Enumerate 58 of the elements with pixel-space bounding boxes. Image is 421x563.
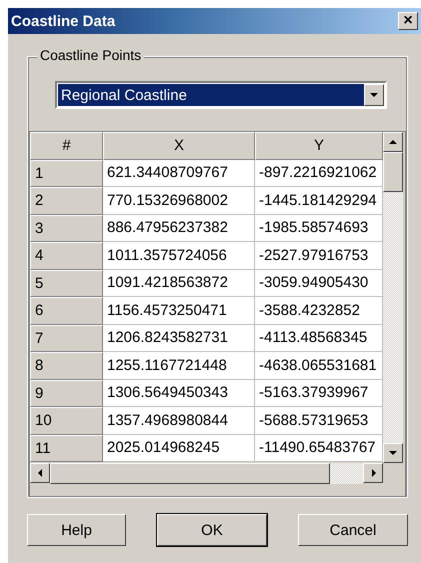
row-header: 4 — [30, 242, 103, 270]
dialog-button[interactable]: OK — [157, 514, 267, 546]
row-header: 11 — [30, 434, 103, 462]
table-cell: -5163.37939967 — [255, 380, 383, 407]
row-header: 9 — [30, 380, 103, 407]
dropdown-button[interactable] — [364, 84, 384, 106]
scroll-thumb[interactable] — [50, 463, 330, 484]
triangle-icon — [36, 468, 44, 478]
triangle-icon — [388, 138, 398, 146]
window-title: Coastline Data — [11, 12, 116, 30]
scroll-right-button[interactable] — [363, 463, 383, 483]
column-header[interactable]: X — [103, 132, 255, 160]
row-header: 5 — [30, 270, 103, 297]
table-cell: -3588.4232852 — [255, 297, 383, 324]
table-cell: -2527.97916753 — [255, 242, 383, 270]
row-header: 1 — [30, 160, 103, 187]
scroll-up-button[interactable] — [383, 132, 403, 152]
table-cell: 1011.3575724056 — [103, 242, 255, 270]
table-cell: -4113.48568345 — [255, 324, 383, 352]
close-button[interactable]: × — [398, 12, 418, 30]
table-cell: 1091.4218563872 — [103, 270, 255, 297]
dropdown-value: Regional Coastline — [58, 84, 364, 106]
table-cell: -5688.57319653 — [255, 407, 383, 434]
table-cell: -3059.94905430 — [255, 270, 383, 297]
vertical-scrollbar[interactable] — [383, 132, 403, 463]
row-header: 10 — [30, 407, 103, 434]
table-cell: 2025.014968245 — [103, 434, 255, 462]
triangle-icon — [369, 91, 379, 99]
triangle-icon — [369, 468, 377, 478]
table-cell: 1206.8243582731 — [103, 324, 255, 352]
table-cell: 886.47956237382 — [103, 214, 255, 242]
scroll-left-button[interactable] — [30, 463, 50, 483]
table-cell: -11490.65483767 — [255, 434, 383, 462]
scroll-thumb[interactable] — [383, 152, 403, 192]
column-header[interactable]: Y — [255, 132, 383, 160]
dialog-button[interactable]: Cancel — [298, 514, 408, 546]
horizontal-scrollbar[interactable] — [30, 463, 383, 484]
group-label: Coastline Points — [37, 47, 144, 63]
table-cell: -1985.58574693 — [255, 214, 383, 242]
table-cell: -4638.065531681 — [255, 352, 383, 380]
table-cell: 1156.4573250471 — [103, 297, 255, 324]
table-cell: 621.34408709767 — [103, 160, 255, 187]
row-header: 6 — [30, 297, 103, 324]
column-header[interactable]: # — [30, 132, 103, 160]
row-header: 2 — [30, 187, 103, 214]
row-header: 3 — [30, 214, 103, 242]
table-cell: 770.15326968002 — [103, 187, 255, 214]
row-header: 8 — [30, 352, 103, 380]
table-cell: -897.2216921062 — [255, 160, 383, 187]
scroll-down-button[interactable] — [383, 443, 403, 463]
dialog-button[interactable]: Help — [27, 514, 126, 546]
triangle-icon — [388, 449, 398, 457]
table-cell: 1306.5649450343 — [103, 380, 255, 407]
row-header: 7 — [30, 324, 103, 352]
table-cell: 1255.1167721448 — [103, 352, 255, 380]
coastline-dropdown[interactable]: Regional Coastline — [55, 81, 387, 109]
table-cell: -1445.181429294 — [255, 187, 383, 214]
table-cell: 1357.4968980844 — [103, 407, 255, 434]
